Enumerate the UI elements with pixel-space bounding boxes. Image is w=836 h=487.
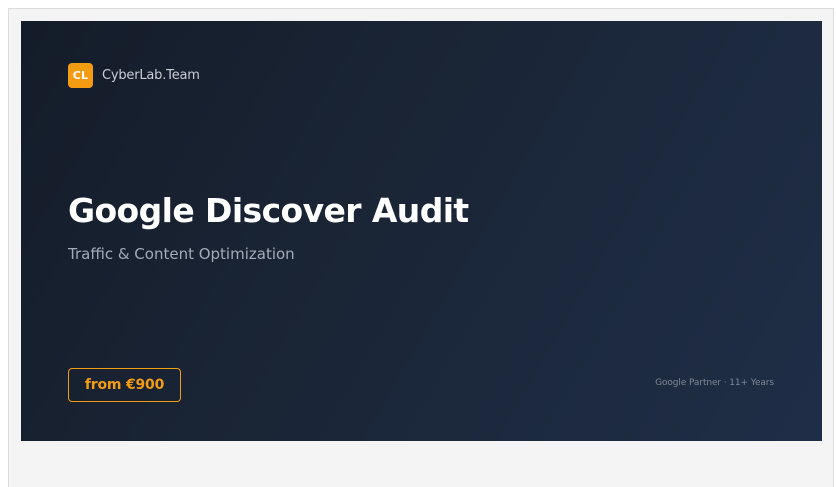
brand: CL CyberLab.Team (68, 63, 200, 88)
page-subtitle: Traffic & Content Optimization (68, 245, 295, 263)
page-title: Google Discover Audit (68, 191, 469, 230)
brand-logo-icon: CL (68, 63, 93, 88)
brand-name: CyberLab.Team (102, 68, 200, 83)
partner-note: Google Partner · 11+ Years (655, 378, 774, 388)
hero-banner: CL CyberLab.Team Google Discover Audit T… (21, 21, 822, 441)
price-button[interactable]: from €900 (68, 368, 181, 402)
